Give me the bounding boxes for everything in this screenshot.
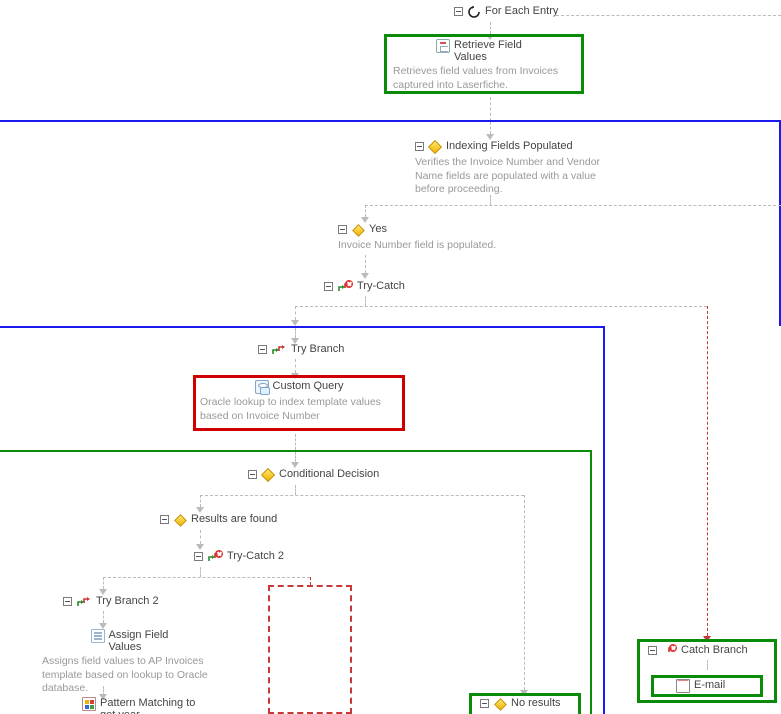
form-icon [436,39,450,53]
connector [365,205,781,206]
node-label: For Each Entry [485,5,558,17]
diamond-icon [351,223,365,237]
connector [490,195,491,205]
node-label: Yes [369,223,387,235]
mail-icon [676,679,690,693]
collapse-toggle[interactable] [194,552,203,561]
collapse-toggle[interactable] [160,515,169,524]
connector-error [707,306,708,636]
connector [200,530,201,544]
connector [365,255,366,273]
node-try-branch[interactable]: Try Branch [258,343,418,357]
connector [103,611,104,623]
node-yes-branch[interactable]: Yes Invoice Number field is populated. [338,223,568,253]
workflow-canvas[interactable]: For Each Entry Retrieve Field Values Ret… [0,0,781,714]
frame-line [0,450,592,452]
try-catch-icon [207,550,223,564]
node-description: Oracle lookup to index template values b… [200,396,398,423]
node-description: Assigns field values to AP Invoices temp… [42,655,227,696]
node-pattern-matching[interactable]: Pattern Matching to get year [82,697,232,714]
connector [295,306,296,320]
connector [295,359,296,373]
node-label: Try Branch 2 [96,595,159,607]
collapse-toggle[interactable] [324,282,333,291]
connector [295,328,296,338]
arrow-down-icon [361,273,369,279]
node-description: Retrieves field values from Invoices cap… [393,65,577,92]
frame-line [0,326,605,328]
node-label: No results [511,697,561,709]
connector [200,495,201,507]
try-catch-icon [337,280,353,294]
node-label: Pattern Matching to get year [100,697,200,714]
connector [295,306,707,307]
frame-line [603,326,605,714]
node-indexing-fields-populated[interactable]: Indexing Fields Populated Verifies the I… [415,140,625,197]
connector [524,495,525,690]
node-label: Catch Branch [681,644,748,656]
node-try-branch-2[interactable]: Try Branch 2 [63,595,223,609]
node-label: Custom Query [273,380,344,392]
try-branch-icon [271,343,287,357]
node-try-catch-2[interactable]: Try-Catch 2 [194,550,354,564]
node-no-results[interactable]: No results [480,697,580,711]
node-retrieve-field-values[interactable]: Retrieve Field Values Retrieves field va… [393,39,577,92]
node-label: Try-Catch 2 [227,550,284,562]
document-icon [91,629,105,643]
connector [295,434,296,450]
collapse-toggle[interactable] [338,225,347,234]
connector [200,567,201,577]
node-custom-query[interactable]: Custom Query Oracle lookup to index temp… [200,380,398,423]
node-results-are-found[interactable]: Results are found [160,513,340,527]
connector [295,485,296,495]
database-query-icon [255,380,269,394]
diamond-icon [173,513,187,527]
node-description: Invoice Number field is populated. [338,239,568,253]
node-for-each-entry[interactable]: For Each Entry [454,5,654,19]
collapse-toggle[interactable] [415,142,424,151]
collapse-toggle[interactable] [454,7,463,16]
connector [365,205,366,217]
connector [707,660,708,670]
connector [490,122,491,134]
diamond-icon [493,697,507,711]
node-label: Assign Field Values [109,629,179,653]
node-label: E-mail [694,679,725,691]
catch-placeholder [268,585,352,714]
node-label: Conditional Decision [279,468,379,480]
collapse-toggle[interactable] [258,345,267,354]
connector [365,296,366,306]
frame-line [0,120,781,122]
connector [490,22,491,34]
node-conditional-decision[interactable]: Conditional Decision [248,468,448,482]
connector [200,495,524,496]
node-label: Try-Catch [357,280,405,292]
collapse-toggle[interactable] [63,597,72,606]
node-try-catch[interactable]: Try-Catch [324,280,484,294]
catch-branch-icon [661,644,677,658]
collapse-toggle[interactable] [248,470,257,479]
connector [490,97,491,121]
try-branch-icon [76,595,92,609]
node-label: Try Branch [291,343,344,355]
connector [103,577,310,578]
node-label: Retrieve Field Values [454,39,534,63]
pattern-icon [82,697,96,711]
collapse-toggle[interactable] [480,699,489,708]
connector [103,577,104,589]
node-label: Results are found [191,513,277,525]
node-label: Indexing Fields Populated [446,140,573,152]
node-assign-field-values[interactable]: Assign Field Values Assigns field values… [42,629,227,696]
diamond-icon [428,140,442,154]
frame-line [590,450,592,714]
collapse-toggle[interactable] [648,646,657,655]
connector-error [310,577,311,585]
connector [295,452,296,462]
loop-icon [467,5,481,19]
node-email[interactable]: E-mail [676,679,756,693]
node-catch-branch[interactable]: Catch Branch [648,644,778,658]
diamond-icon [261,468,275,482]
node-description: Verifies the Invoice Number and Vendor N… [415,156,625,197]
